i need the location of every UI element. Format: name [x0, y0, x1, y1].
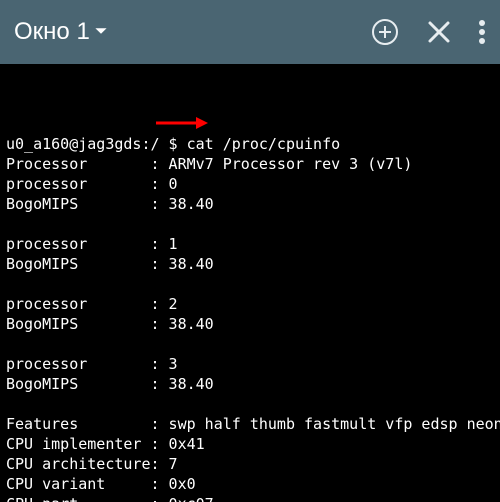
titlebar: Окно 1: [0, 0, 500, 64]
prompt-user: u0_a160@jag3gds: [6, 135, 141, 153]
command: cat /proc/cpuinfo: [187, 135, 341, 153]
window-tab[interactable]: Окно 1: [14, 18, 370, 46]
chevron-down-icon: [94, 24, 108, 41]
terminal[interactable]: u0_a160@jag3gds:/ $ cat /proc/cpuinfo Pr…: [0, 64, 500, 502]
prompt-path: :/ $: [141, 135, 186, 153]
more-menu-button[interactable]: [478, 19, 486, 45]
window-title: Окно 1: [14, 18, 90, 46]
terminal-output: Processor : ARMv7 Processor rev 3 (v7l) …: [6, 155, 500, 502]
terminal-content: u0_a160@jag3gds:/ $ cat /proc/cpuinfo Pr…: [6, 134, 494, 502]
add-button[interactable]: [370, 17, 400, 47]
close-button[interactable]: [426, 19, 452, 45]
